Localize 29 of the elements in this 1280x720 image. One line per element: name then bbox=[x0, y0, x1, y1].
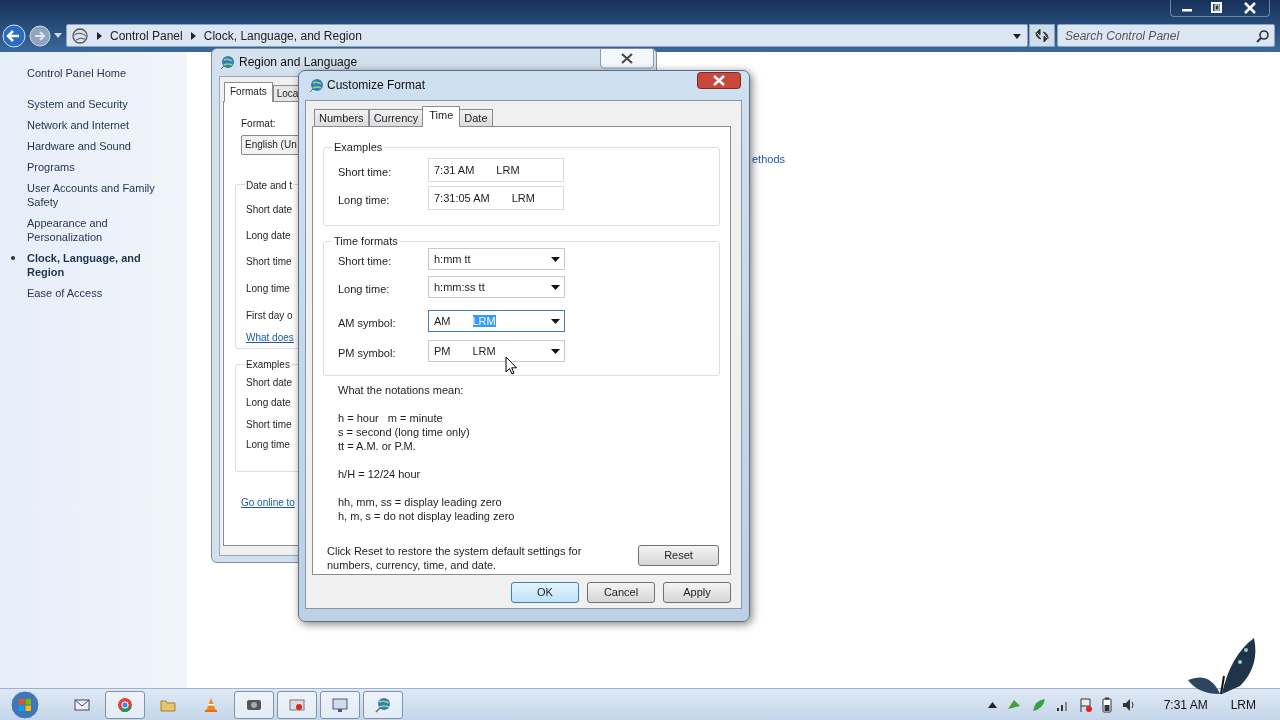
field-label: Long time bbox=[246, 282, 290, 296]
notation-line: h, m, s = do not display leading zero bbox=[338, 509, 515, 524]
notation-line: s = second (long time only) bbox=[338, 425, 470, 440]
output-field: 7:31 AM LRM bbox=[428, 158, 564, 182]
notation-line: h/H = 12/24 hour bbox=[338, 467, 421, 482]
notes-heading: What the notations mean: bbox=[338, 383, 464, 398]
field-label: Format: bbox=[241, 117, 276, 131]
output-field: 7:31:05 AM LRM bbox=[428, 186, 564, 210]
field-label: Long date bbox=[246, 396, 291, 410]
group-title: Examples bbox=[245, 357, 291, 372]
field-label: Long time: bbox=[338, 282, 390, 297]
field-label: Short date bbox=[246, 376, 293, 390]
field-label: Short date bbox=[246, 203, 293, 217]
window-title: Region and Language bbox=[239, 54, 358, 71]
field-label: Long date bbox=[246, 229, 291, 243]
notation-line: tt = A.M. or P.M. bbox=[338, 439, 416, 454]
field-label: Short time bbox=[246, 255, 292, 269]
window-title: Customize Format bbox=[327, 77, 426, 94]
reset-description: Click Reset to restore the system default settings for numbers, currency, time, and date. bbox=[327, 544, 583, 572]
field-label: Short time: bbox=[338, 254, 392, 269]
field-label: First day o bbox=[246, 309, 293, 323]
notation-line: hh, mm, ss = display leading zero bbox=[338, 495, 502, 510]
field-label: AM symbol: bbox=[338, 316, 396, 331]
field-label: Short time bbox=[246, 418, 292, 432]
field-label: PM symbol: bbox=[338, 346, 396, 361]
field-label: Long time bbox=[246, 438, 290, 452]
notation-line: h = hour m = minute bbox=[338, 411, 443, 426]
field-label: Short time: bbox=[338, 165, 392, 180]
field-label: Long time: bbox=[338, 193, 390, 208]
